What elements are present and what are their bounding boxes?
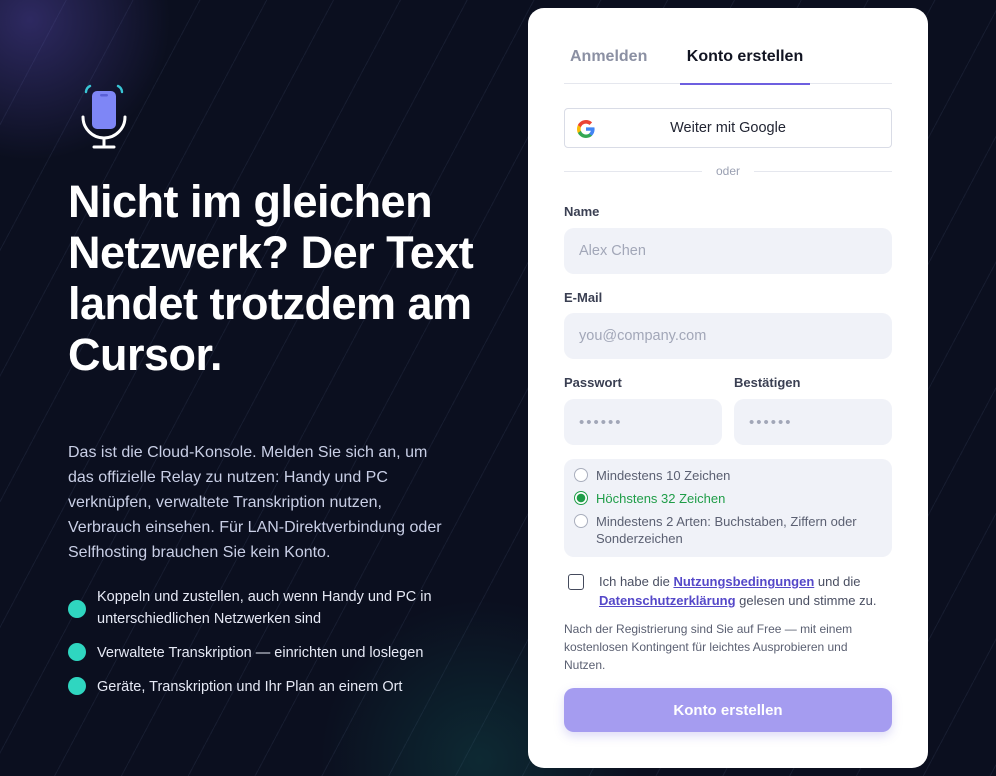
terms-link[interactable]: Nutzungsbedingungen: [673, 574, 814, 589]
privacy-link[interactable]: Datenschutzerklärung: [599, 593, 736, 608]
hero-panel: Nicht im gleichen Netzwerk? Der Text lan…: [0, 0, 528, 776]
name-input[interactable]: [564, 228, 892, 274]
password-rules: Mindestens 10 Zeichen Höchstens 32 Zeich…: [564, 459, 892, 557]
signup-card: Anmelden Konto erstellen Weiter mit Goog…: [528, 8, 928, 768]
consent-row: Ich habe die Nutzungsbedingungen und die…: [564, 572, 892, 610]
google-button-label: Weiter mit Google: [670, 120, 786, 136]
rule-text: Mindestens 2 Arten: Buchstaben, Ziffern …: [596, 514, 857, 546]
feature-text: Verwaltete Transkription — einrichten un…: [97, 645, 424, 661]
confirm-password-input[interactable]: [734, 399, 892, 445]
create-account-button[interactable]: Konto erstellen: [564, 688, 892, 732]
hero-description: Das ist die Cloud-Konsole. Melden Sie si…: [68, 444, 442, 561]
bullet-dot-icon: [68, 677, 86, 695]
feature-item: Koppeln und zustellen, auch wenn Handy u…: [68, 586, 478, 630]
bullet-dot-icon: [68, 600, 86, 618]
google-signin-button[interactable]: Weiter mit Google: [564, 108, 892, 148]
consent-text-part: gelesen und stimme zu.: [735, 593, 877, 608]
rule-text: Höchstens 32 Zeichen: [596, 491, 726, 506]
rule-text: Mindestens 10 Zeichen: [596, 468, 731, 483]
google-icon: [577, 120, 595, 138]
confirm-label: Bestätigen: [734, 375, 801, 390]
password-rule: Höchstens 32 Zeichen: [574, 490, 882, 507]
consent-text-part: Ich habe die: [599, 574, 674, 589]
email-input[interactable]: [564, 313, 892, 359]
email-label: E-Mail: [564, 290, 603, 305]
divider-line: [754, 171, 892, 172]
tab-create-account[interactable]: Konto erstellen: [680, 48, 810, 85]
rule-status-icon: [574, 514, 588, 528]
tab-login[interactable]: Anmelden: [570, 48, 647, 84]
feature-text: Geräte, Transkription und Ihr Plan an ei…: [97, 679, 403, 695]
consent-checkbox[interactable]: [568, 574, 584, 590]
password-rule: Mindestens 2 Arten: Buchstaben, Ziffern …: [574, 513, 882, 547]
feature-item: Geräte, Transkription und Ihr Plan an ei…: [68, 676, 478, 698]
plan-note: Nach der Registrierung sind Sie auf Free…: [564, 622, 853, 672]
feature-list: Koppeln und zustellen, auch wenn Handy u…: [68, 586, 478, 710]
password-rule: Mindestens 10 Zeichen: [574, 467, 882, 484]
phone-microphone-icon: [80, 84, 128, 150]
rule-check-icon: [574, 491, 588, 505]
or-divider: oder: [564, 162, 892, 180]
hero-headline: Nicht im gleichen Netzwerk? Der Text lan…: [68, 176, 474, 380]
password-label: Passwort: [564, 375, 622, 390]
auth-tabs: Anmelden Konto erstellen: [564, 44, 892, 85]
feature-text: Koppeln und zustellen, auch wenn Handy u…: [97, 589, 432, 627]
feature-item: Verwaltete Transkription — einrichten un…: [68, 642, 478, 664]
password-input[interactable]: [564, 399, 722, 445]
name-label: Name: [564, 204, 600, 219]
bullet-dot-icon: [68, 643, 86, 661]
consent-text-part: und die: [814, 574, 861, 589]
consent-text: Ich habe die Nutzungsbedingungen und die…: [599, 572, 892, 610]
rule-status-icon: [574, 468, 588, 482]
